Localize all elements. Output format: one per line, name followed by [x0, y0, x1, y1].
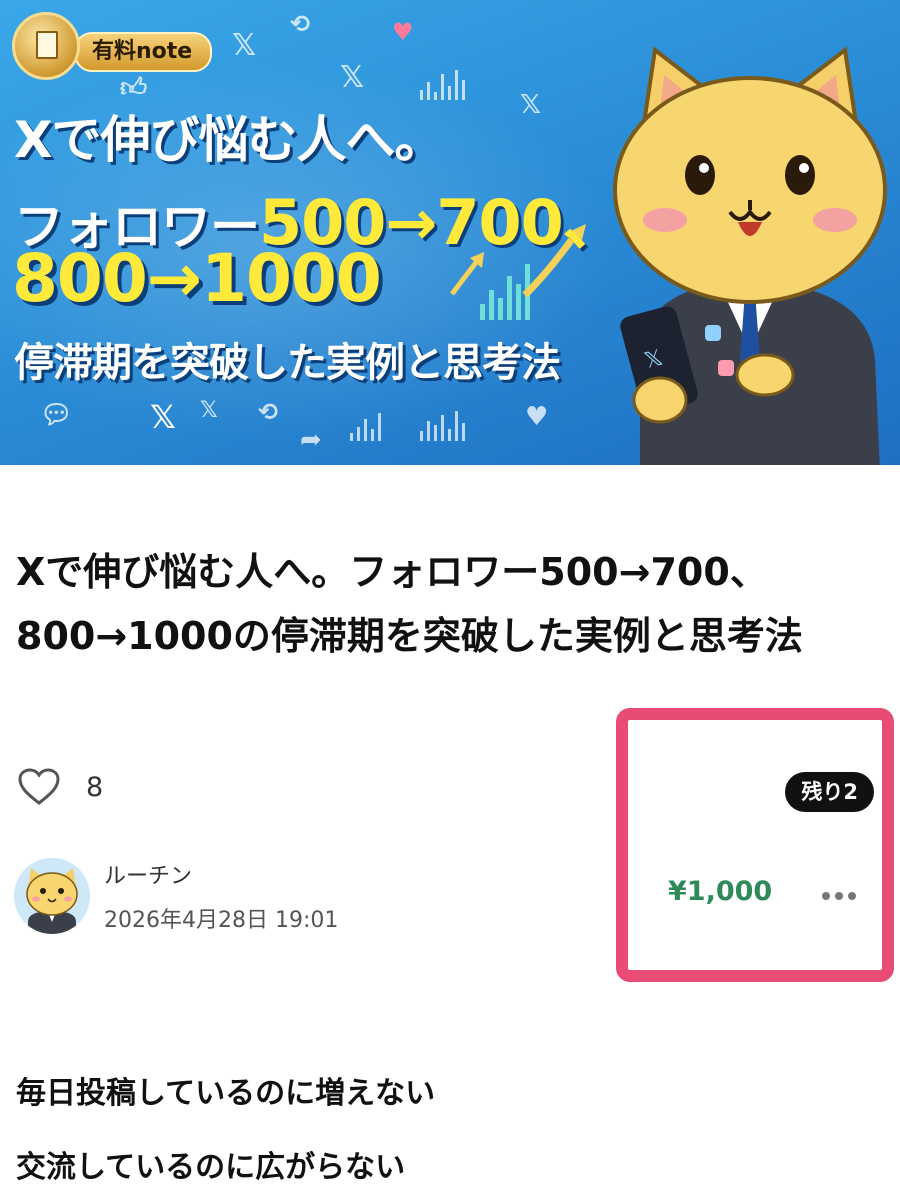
chart-bars-decoration [420, 60, 465, 100]
price-label[interactable]: ¥1,000 [668, 876, 772, 907]
author-name[interactable]: ルーチン [104, 858, 338, 890]
author-meta: ルーチン 2026年4月28日 19:01 [104, 858, 338, 934]
chart-bars-decoration [350, 405, 381, 441]
heart-icon: ♥ [525, 402, 549, 432]
paid-note-label: 有料note [74, 32, 213, 72]
hero-headline-line4: 停滞期を突破した実例と思考法 [14, 340, 561, 386]
retweet-icon: ⟲ [290, 10, 311, 38]
price-card: 残り2 ¥1,000 [616, 708, 894, 982]
avatar[interactable] [14, 858, 90, 934]
x-logo-icon: 𝕏 [150, 398, 176, 436]
cat-avatar-icon [14, 858, 90, 934]
article-title: Xで伸び悩む人へ。フォロワー500→700、800→1000の停滞期を突破した実… [16, 550, 803, 658]
x-logo-icon: 𝕏 [340, 60, 365, 95]
share-icon: ➦ [300, 425, 322, 455]
body-text-line: 毎日投稿しているのに増えない [16, 1076, 436, 1111]
paid-note-badge: 有料note [4, 6, 240, 88]
stock-remaining-badge: 残り2 [785, 772, 874, 812]
medal-icon [12, 12, 80, 80]
heart-icon: ♥ [392, 18, 414, 46]
more-options-icon[interactable] [822, 892, 856, 900]
body-text-line: 交流しているのに広がらない [16, 1150, 406, 1185]
comment-icon: 💬︎ [40, 400, 74, 430]
hero-headline-line1: Xで伸び悩む人へ。 [14, 111, 445, 169]
chart-bars-decoration [420, 405, 465, 441]
x-logo-icon: 𝕏 [200, 398, 218, 423]
retweet-icon: ⟲ [258, 398, 279, 426]
cat-mascot-illustration: 𝕏 [613, 46, 887, 465]
author-info[interactable]: ルーチン 2026年4月28日 19:01 [14, 858, 338, 934]
x-logo-icon: 𝕏 [520, 90, 541, 120]
hero-line3-highlight: 800→1000 [12, 240, 382, 317]
publish-date: 2026年4月28日 19:01 [104, 908, 339, 933]
like-count: 8 [86, 771, 104, 803]
hero-banner: 𝕏 𝕏 𝕏 𝕏 𝕏 ⟲ ⟲ ♥ 👍︎ ➦ 💬︎ ♥ 有料note Xで伸び悩む人… [0, 0, 900, 465]
hero-headline-line3: 800→1000 [12, 240, 382, 317]
like-row: 8 [18, 768, 103, 806]
like-heart-icon[interactable] [18, 768, 60, 806]
